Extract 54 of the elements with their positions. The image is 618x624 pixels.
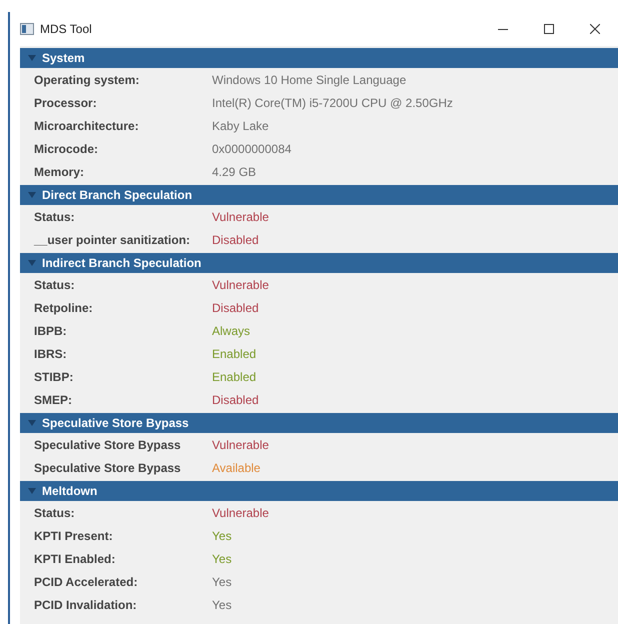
- field-label: IBPB:: [34, 324, 68, 338]
- caret-icon: [28, 55, 36, 61]
- section-header[interactable]: Speculative Store Bypass: [20, 413, 618, 433]
- field-label: __user pointer sanitization:: [34, 232, 192, 246]
- field-value: Kaby Lake: [212, 118, 269, 132]
- field-label: Microarchitecture:: [34, 118, 140, 132]
- field-label: KPTI Enabled:: [34, 552, 116, 566]
- caret-icon: [28, 420, 36, 426]
- field-label: PCID Accelerated:: [34, 574, 139, 588]
- field-value: Intel(R) Core(TM) i5-7200U CPU @ 2.50GHz: [212, 96, 453, 110]
- field-label: Speculative Store Bypass: [34, 438, 182, 452]
- field-value: Yes: [212, 574, 232, 588]
- caret-icon: [28, 488, 36, 494]
- field-value: Yes: [212, 598, 232, 612]
- field-value: 4.29 GB: [212, 164, 256, 178]
- field-label: Microcode:: [34, 142, 100, 156]
- field-value: Disabled: [212, 232, 259, 246]
- field-value: 0x0000000084: [212, 142, 292, 156]
- field-value: Vulnerable: [212, 210, 269, 224]
- field-value: Vulnerable: [212, 438, 269, 452]
- field-label: KPTI Present:: [34, 528, 114, 542]
- field-value: Yes: [212, 552, 232, 566]
- field-label: SMEP:: [34, 392, 74, 406]
- field-value: Disabled: [212, 300, 259, 314]
- section-header[interactable]: System: [20, 48, 618, 68]
- field-value: Available: [212, 460, 260, 474]
- close-icon: [590, 24, 600, 34]
- field-value: Always: [212, 324, 250, 338]
- field-label: Processor:: [34, 96, 98, 110]
- field-label: IBRS:: [34, 346, 68, 360]
- section-header[interactable]: Indirect Branch Speculation: [20, 253, 618, 273]
- field-value: Vulnerable: [212, 278, 269, 292]
- field-value: Enabled: [212, 370, 256, 384]
- field-value: Disabled: [212, 392, 259, 406]
- caret-icon: [28, 260, 36, 266]
- section-header[interactable]: Meltdown: [20, 481, 618, 501]
- field-label: Status:: [34, 506, 76, 520]
- app-icon: [20, 23, 34, 35]
- field-label: Retpoline:: [34, 300, 94, 314]
- field-label: STIBP:: [34, 370, 74, 384]
- caret-icon: [28, 192, 36, 198]
- field-label: Memory:: [34, 164, 86, 178]
- field-value: Vulnerable: [212, 506, 269, 520]
- field-value: Yes: [212, 528, 232, 542]
- maximize-icon: [544, 24, 554, 34]
- field-value: Windows 10 Home Single Language: [212, 72, 406, 86]
- field-value: Enabled: [212, 346, 256, 360]
- section-header[interactable]: Direct Branch Speculation: [20, 185, 618, 205]
- field-label: Speculative Store Bypass: [34, 460, 182, 474]
- field-label: Operating system:: [34, 72, 140, 86]
- field-label: Status:: [34, 278, 76, 292]
- field-label: Status:: [34, 210, 76, 224]
- window-title: MDS Tool: [40, 22, 93, 36]
- field-label: PCID Invalidation:: [34, 598, 138, 612]
